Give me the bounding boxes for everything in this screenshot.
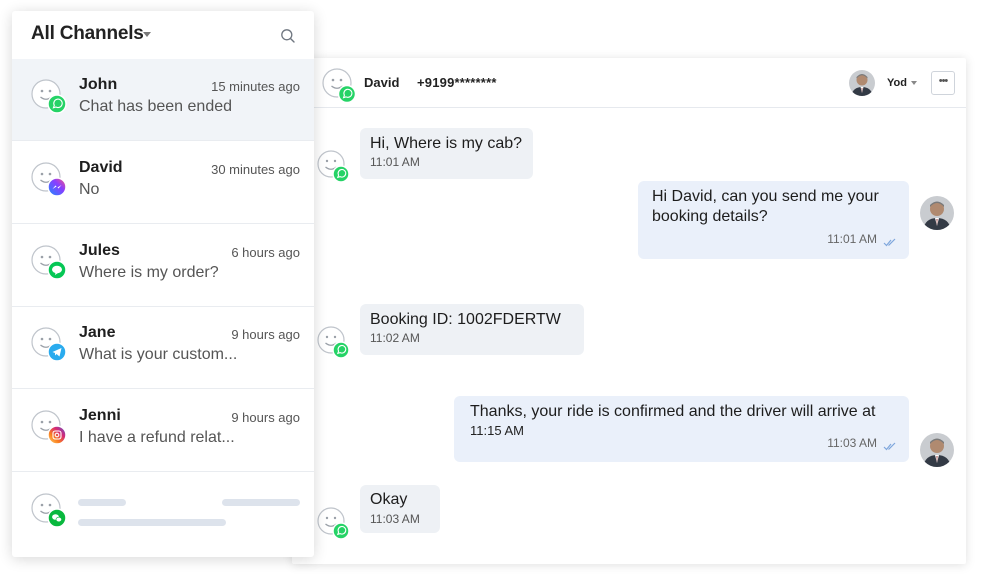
chat-header: David +9199******** Yod ••• — [292, 58, 966, 108]
whatsapp-icon — [332, 522, 350, 540]
skeleton-line — [78, 499, 126, 506]
contact-avatar — [31, 493, 69, 534]
conversation-item[interactable]: Jenni 9 hours ago I have a refund relat.… — [12, 390, 314, 472]
contact-name: Jules — [79, 242, 120, 259]
contact-name: David — [364, 75, 400, 90]
message-time: 11:03 AM — [370, 512, 420, 526]
contact-avatar — [317, 507, 351, 546]
message-text: Hi, Where is my cab? — [370, 135, 523, 152]
chat-panel: David +9199******** Yod ••• Hi, Where is… — [292, 58, 966, 564]
chevron-down-icon[interactable] — [911, 81, 917, 85]
telegram-icon — [47, 342, 67, 362]
message-bubble-outgoing: Hi David, can you send me your booking d… — [638, 181, 909, 259]
messenger-icon — [47, 177, 67, 197]
message-text: Okay — [370, 491, 408, 508]
conversation-list: All Channels John 15 minutes ago Chat ha… — [12, 11, 314, 557]
whatsapp-icon — [47, 94, 67, 114]
channel-filter-dropdown[interactable]: All Channels — [31, 23, 144, 45]
agent-avatar — [920, 196, 954, 235]
contact-name: Jane — [79, 324, 116, 341]
conversation-timestamp: 9 hours ago — [231, 327, 300, 342]
contact-avatar — [317, 326, 351, 365]
whatsapp-icon — [337, 84, 357, 104]
message-time: 11:01 AM — [370, 155, 420, 169]
message-time: 11:03 AM — [827, 436, 877, 450]
message-preview: What is your custom... — [79, 346, 238, 363]
message-preview: I have a refund relat... — [79, 429, 235, 446]
contact-name: Jenni — [79, 407, 121, 424]
message-text: Booking ID: 1002FDERTW — [370, 311, 561, 328]
whatsapp-icon — [332, 341, 350, 359]
message-preview: Where is my order? — [79, 264, 219, 281]
message-time: 11:02 AM — [370, 331, 420, 345]
message-text: 11:15 AM — [470, 423, 524, 438]
message-time: 11:01 AM — [827, 232, 877, 246]
instagram-icon — [47, 425, 67, 445]
conversation-item-placeholder — [12, 473, 314, 555]
conversation-item[interactable]: David 30 minutes ago No — [12, 142, 314, 224]
message-preview: No — [79, 181, 100, 198]
message-text: Hi David, can you send me your — [652, 188, 879, 205]
skeleton-line — [78, 519, 226, 526]
line-icon — [47, 260, 67, 280]
contact-name: David — [79, 159, 123, 176]
contact-avatar — [31, 162, 69, 203]
conversation-item[interactable]: John 15 minutes ago Chat has been ended — [12, 59, 314, 141]
agent-avatar — [920, 433, 954, 472]
conversation-timestamp: 30 minutes ago — [211, 162, 300, 177]
contact-avatar[interactable] — [322, 68, 357, 109]
conversation-timestamp: 6 hours ago — [231, 245, 300, 260]
contact-avatar — [317, 150, 351, 189]
message-bubble-incoming: Okay 11:03 AM — [360, 485, 440, 533]
conversation-list-header: All Channels — [12, 11, 314, 59]
read-ticks-icon — [883, 234, 897, 252]
message-bubble-incoming: Hi, Where is my cab? 11:01 AM — [360, 128, 533, 179]
contact-avatar — [31, 245, 69, 286]
more-options-button[interactable]: ••• — [931, 71, 955, 95]
search-icon[interactable] — [280, 28, 296, 49]
conversation-timestamp: 9 hours ago — [231, 410, 300, 425]
message-preview: Chat has been ended — [79, 98, 233, 115]
message-bubble-outgoing: Thanks, your ride is confirmed and the d… — [454, 396, 909, 462]
skeleton-line — [222, 499, 300, 506]
contact-avatar — [31, 79, 69, 120]
contact-name: John — [79, 76, 118, 93]
conversation-item[interactable]: Jules 6 hours ago Where is my order? — [12, 225, 314, 307]
read-ticks-icon — [883, 438, 897, 456]
message-text: booking details? — [652, 208, 768, 225]
whatsapp-icon — [332, 165, 350, 183]
agent-name[interactable]: Yod — [887, 77, 907, 89]
contact-avatar — [31, 327, 69, 368]
wechat-icon — [47, 508, 67, 528]
message-bubble-incoming: Booking ID: 1002FDERTW 11:02 AM — [360, 304, 584, 355]
chevron-down-icon[interactable] — [143, 32, 151, 37]
contact-avatar — [31, 410, 69, 451]
agent-avatar[interactable] — [849, 70, 875, 96]
contact-phone: +9199******** — [417, 75, 497, 90]
message-text: Thanks, your ride is confirmed and the d… — [470, 403, 876, 420]
conversation-item[interactable]: Jane 9 hours ago What is your custom... — [12, 307, 314, 389]
conversation-timestamp: 15 minutes ago — [211, 79, 300, 94]
